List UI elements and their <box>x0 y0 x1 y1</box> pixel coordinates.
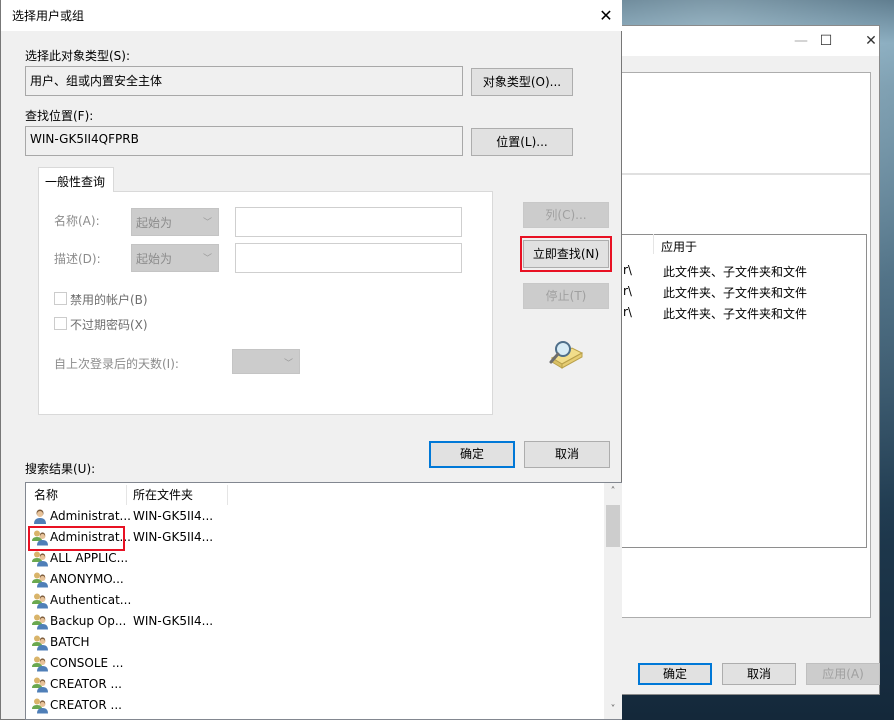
permission-row-applies[interactable]: 此文件夹、子文件夹和文件 <box>663 305 807 322</box>
search-results-list[interactable]: 名称 所在文件夹 Administrat... WIN-GK5II4... Admi… <box>25 482 622 720</box>
column-separator <box>126 485 127 505</box>
stop-button[interactable]: 停止(T) <box>523 283 609 309</box>
group-icon <box>32 571 49 588</box>
result-row[interactable]: Administrat... WIN-GK5II4... <box>31 506 231 527</box>
result-row[interactable]: BATCH <box>31 632 231 653</box>
ok-button[interactable]: 确定 <box>429 441 515 468</box>
background-apply-button[interactable]: 应用(A) <box>806 663 880 685</box>
disabled-accounts-label: 禁用的帐户(B) <box>70 293 148 307</box>
result-name: CREATOR ... <box>50 698 122 712</box>
location-field: WIN-GK5II4QFPRB <box>25 126 463 156</box>
maximize-button[interactable]: ☐ <box>806 30 846 52</box>
group-icon <box>32 634 49 651</box>
group-icon <box>32 613 49 630</box>
group-icon <box>32 676 49 693</box>
result-row[interactable]: ALL APPLIC... <box>31 548 231 569</box>
find-now-button[interactable]: 立即查找(N) <box>523 240 609 268</box>
chevron-down-icon: ﹀ <box>202 254 212 264</box>
scroll-down-arrow-icon[interactable]: ˅ <box>604 701 622 718</box>
result-row[interactable]: Authenticat... <box>31 590 231 611</box>
select-users-or-groups-dialog: 选择用户或组 ✕ 选择此对象类型(S): 用户、组或内置安全主体 对象类型(O)… <box>0 0 622 720</box>
column-header-name[interactable]: 名称 <box>34 485 58 505</box>
permission-row-path: r\ <box>623 263 632 277</box>
result-row[interactable]: ANONYMO... <box>31 569 231 590</box>
user-icon <box>32 508 49 525</box>
tab-common-queries[interactable]: 一般性查询 <box>38 167 114 192</box>
name-match-value: 起始为 <box>136 216 173 230</box>
group-icon <box>32 550 49 567</box>
non-expiring-password-label: 不过期密码(X) <box>70 318 148 332</box>
column-header-folder[interactable]: 所在文件夹 <box>133 485 193 505</box>
search-directory-icon <box>549 341 584 369</box>
result-name: BATCH <box>50 635 90 649</box>
days-since-logon-label: 自上次登录后的天数(I): <box>54 357 179 371</box>
vertical-scrollbar[interactable]: ˄ ˅ <box>604 483 622 719</box>
description-match-value: 起始为 <box>136 252 173 266</box>
description-label: 描述(D): <box>54 252 101 266</box>
result-folder: WIN-GK5II4... <box>133 614 214 628</box>
object-type-field: 用户、组或内置安全主体 <box>25 66 463 96</box>
non-expiring-password-checkbox[interactable] <box>54 317 67 330</box>
result-row[interactable]: CREATOR ... <box>31 674 231 695</box>
result-name: ALL APPLIC... <box>50 551 129 565</box>
object-type-label: 选择此对象类型(S): <box>25 49 131 63</box>
name-input[interactable] <box>235 207 462 237</box>
chevron-down-icon: ﹀ <box>202 218 212 228</box>
dialog-titlebar: 选择用户或组 ✕ <box>1 0 622 31</box>
group-icon <box>32 592 49 609</box>
columns-button[interactable]: 列(C)... <box>523 202 609 228</box>
result-folder: WIN-GK5II4... <box>133 509 214 523</box>
location-label: 查找位置(F): <box>25 109 94 123</box>
result-name: Backup Op... <box>50 614 127 628</box>
permissions-table[interactable] <box>621 234 867 548</box>
result-row[interactable]: CONSOLE ... <box>31 653 231 674</box>
selected-result-highlight <box>28 526 125 551</box>
disabled-accounts-checkbox[interactable] <box>54 292 67 305</box>
permission-row-applies[interactable]: 此文件夹、子文件夹和文件 <box>663 284 807 301</box>
name-match-combo[interactable]: 起始为 ﹀ <box>131 208 219 236</box>
search-results-label: 搜索结果(U): <box>25 462 96 476</box>
name-label: 名称(A): <box>54 214 100 228</box>
result-name: CONSOLE ... <box>50 656 124 670</box>
permission-row-path: r\ <box>623 305 632 319</box>
permission-row-path: r\ <box>623 284 632 298</box>
group-icon <box>32 697 49 714</box>
object-types-button[interactable]: 对象类型(O)... <box>471 68 573 96</box>
close-icon[interactable]: ✕ <box>593 4 619 28</box>
result-row[interactable]: Backup Op... WIN-GK5II4... <box>31 611 231 632</box>
background-cancel-button[interactable]: 取消 <box>722 663 796 685</box>
dialog-title: 选择用户或组 <box>12 9 85 23</box>
result-name: Administrat... <box>50 509 131 523</box>
background-ok-button[interactable]: 确定 <box>638 663 712 685</box>
result-name: Authenticat... <box>50 593 132 607</box>
scroll-up-arrow-icon[interactable]: ˄ <box>604 483 622 500</box>
close-button[interactable]: ✕ <box>851 30 891 52</box>
result-folder: WIN-GK5II4... <box>133 530 214 544</box>
description-input[interactable] <box>235 243 462 273</box>
permission-row-applies[interactable]: 此文件夹、子文件夹和文件 <box>663 263 807 280</box>
column-header-applies-to[interactable]: 应用于 <box>661 238 697 255</box>
result-row[interactable]: CREATOR ... <box>31 695 231 716</box>
result-name: ANONYMO... <box>50 572 124 586</box>
days-since-logon-combo[interactable]: ﹀ <box>232 349 300 374</box>
cancel-button[interactable]: 取消 <box>524 441 610 468</box>
result-name: CREATOR ... <box>50 677 122 691</box>
locations-button[interactable]: 位置(L)... <box>471 128 573 156</box>
column-separator <box>653 234 654 254</box>
chevron-down-icon: ﹀ <box>283 359 293 369</box>
column-separator <box>227 485 228 505</box>
scrollbar-thumb[interactable] <box>606 505 620 547</box>
description-match-combo[interactable]: 起始为 ﹀ <box>131 244 219 272</box>
group-icon <box>32 655 49 672</box>
